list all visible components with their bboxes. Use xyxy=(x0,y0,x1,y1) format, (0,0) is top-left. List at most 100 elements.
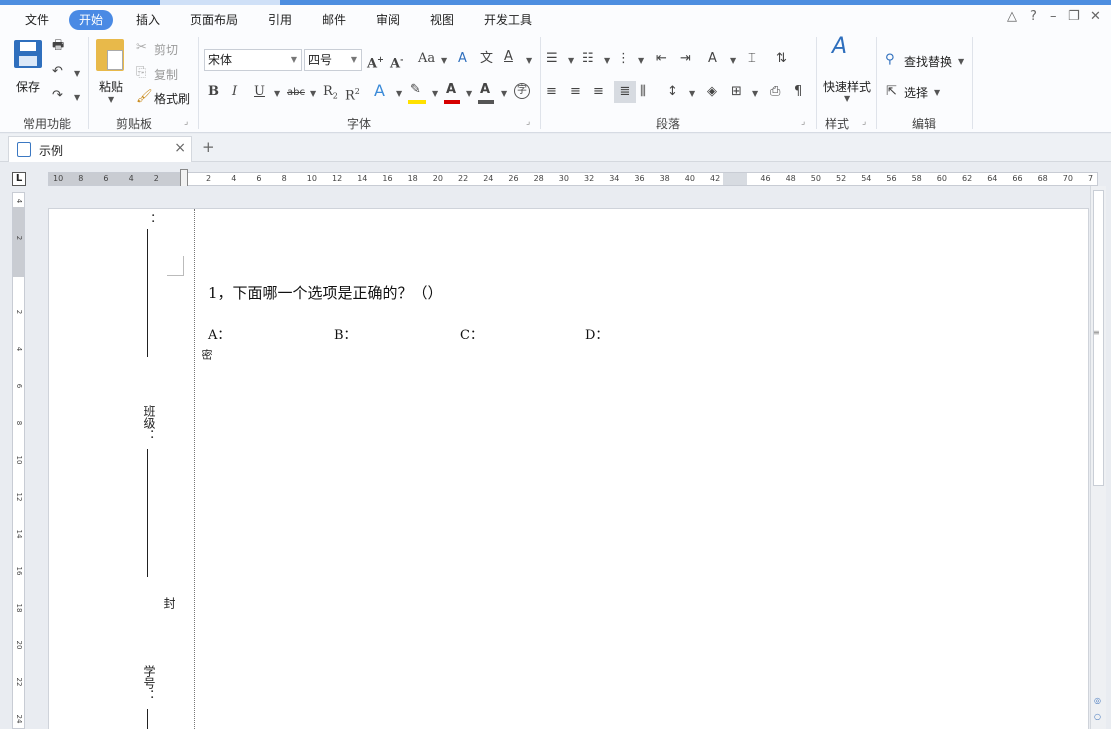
show-marks-icon[interactable]: ¶ xyxy=(794,84,802,100)
redo-dropdown-icon[interactable]: ▼ xyxy=(74,93,80,102)
font-name-combo[interactable]: 宋体 ▼ xyxy=(204,49,302,71)
menu-references[interactable]: 引用 xyxy=(266,10,294,30)
align-center-icon[interactable]: ≡ xyxy=(570,84,581,100)
prev-page-icon[interactable]: ◎ xyxy=(1094,696,1101,705)
shading-icon[interactable]: ◈ xyxy=(707,84,717,100)
option-d[interactable]: D： xyxy=(585,324,608,343)
change-case-dropdown-icon[interactable]: ▼ xyxy=(441,56,447,65)
line-spacing-dropdown-icon[interactable]: ▼ xyxy=(689,89,695,98)
numbering-dropdown-icon[interactable]: ▼ xyxy=(604,56,610,65)
select-dropdown-icon[interactable]: ▼ xyxy=(934,88,940,97)
highlight-icon[interactable]: ✎ xyxy=(410,82,421,98)
minimize-icon[interactable]: – xyxy=(1050,9,1057,24)
horizontal-ruler[interactable]: 10 8 6 4 2 2 4 6 8 10 12 14 16 18 20 22 24 26 28 30 32 34 36 3… xyxy=(48,169,1098,187)
question-text[interactable]: 1，下面哪一个选项是正确的？（） xyxy=(208,282,443,303)
new-tab-icon[interactable]: + xyxy=(202,138,215,156)
option-b[interactable]: B： xyxy=(334,324,357,343)
bold-icon[interactable]: B xyxy=(208,84,219,100)
superscript-icon[interactable]: R2 xyxy=(345,84,360,104)
underline-dropdown-icon[interactable]: ▼ xyxy=(274,89,280,98)
undo-dropdown-icon[interactable]: ▼ xyxy=(74,69,80,78)
menu-review[interactable]: 审阅 xyxy=(374,10,402,30)
char-border-icon[interactable]: A xyxy=(504,49,513,65)
paragraph-launcher-icon[interactable]: ⌟ xyxy=(801,117,805,127)
cursor-arrow-icon[interactable]: ⇱ xyxy=(886,84,897,100)
right-margin-marker[interactable] xyxy=(723,173,747,185)
option-c[interactable]: C： xyxy=(460,324,483,343)
char-border-dropdown-icon[interactable]: ▼ xyxy=(526,56,532,65)
subscript-icon[interactable]: R2 xyxy=(323,84,338,105)
format-painter-button[interactable]: 格式刷 xyxy=(154,90,190,107)
document-page[interactable]: ： 班级： 封 学号： 密 1，下面哪一个选项是正确的？（） A： B： C： … xyxy=(48,208,1089,729)
paste-icon[interactable] xyxy=(96,39,124,71)
decrease-indent-icon[interactable]: ⇤ xyxy=(656,51,667,67)
print-icon[interactable]: 🖶 xyxy=(52,38,64,54)
menu-insert[interactable]: 插入 xyxy=(134,10,162,30)
clipboard-launcher-icon[interactable]: ⌟ xyxy=(184,117,188,127)
sort-icon[interactable]: ⇅ xyxy=(776,51,787,67)
close-window-icon[interactable]: ✕ xyxy=(1090,9,1101,24)
change-case-icon[interactable]: Aa xyxy=(418,51,435,67)
document-tab[interactable]: 示例 × xyxy=(8,136,192,162)
bullets-icon[interactable]: ☰ xyxy=(546,51,558,67)
indent-marker-icon[interactable] xyxy=(180,169,188,187)
quick-styles-dropdown-icon[interactable]: ▼ xyxy=(844,94,850,103)
highlight-dropdown-icon[interactable]: ▼ xyxy=(432,89,438,98)
option-a[interactable]: A： xyxy=(208,324,230,343)
scrollbar-thumb[interactable] xyxy=(1093,190,1104,486)
borders-dropdown-icon[interactable]: ▼ xyxy=(752,89,758,98)
line-spacing-icon[interactable]: ↕ xyxy=(667,84,678,100)
justify-icon[interactable]: ≣ xyxy=(614,81,636,103)
tab-stops-icon[interactable]: ⎙ xyxy=(770,84,780,100)
strikethrough-dropdown-icon[interactable]: ▼ xyxy=(310,89,316,98)
menu-page-layout[interactable]: 页面布局 xyxy=(188,10,240,30)
font-color-icon[interactable]: A xyxy=(446,82,456,98)
distribute-icon[interactable]: ⫼ xyxy=(640,84,646,100)
paste-button[interactable]: 粘贴 xyxy=(99,78,123,95)
underline-icon[interactable]: U xyxy=(254,84,265,100)
cut-button[interactable]: 剪切 xyxy=(154,41,178,58)
select-button[interactable]: 选择 xyxy=(904,84,928,101)
restore-icon[interactable]: ❐ xyxy=(1068,9,1080,24)
char-shading-dropdown-icon[interactable]: ▼ xyxy=(501,89,507,98)
copy-icon[interactable]: ⎘ xyxy=(136,65,146,81)
cut-icon[interactable]: ✂ xyxy=(136,40,147,56)
save-button[interactable]: 保存 xyxy=(16,78,40,95)
font-launcher-icon[interactable]: ⌟ xyxy=(526,117,530,127)
clear-format-icon[interactable]: A xyxy=(458,51,467,67)
font-color-dropdown-icon[interactable]: ▼ xyxy=(466,89,472,98)
multilevel-list-icon[interactable]: ⋮ xyxy=(617,51,630,67)
char-shading-icon[interactable]: A xyxy=(480,82,490,98)
menu-developer[interactable]: 开发工具 xyxy=(482,10,534,30)
grow-font-icon[interactable]: A+ xyxy=(367,51,384,72)
quick-styles-button[interactable]: 快速样式 xyxy=(823,78,871,95)
italic-icon[interactable]: I xyxy=(232,84,237,100)
bullets-dropdown-icon[interactable]: ▼ xyxy=(568,56,574,65)
undo-icon[interactable]: ↶ xyxy=(52,64,63,80)
text-effect-dropdown-icon[interactable]: ▼ xyxy=(396,89,402,98)
align-left-icon[interactable]: ≡ xyxy=(546,84,557,100)
style-launcher-icon[interactable]: ⌟ xyxy=(862,117,866,127)
enclose-char-icon[interactable]: 字 xyxy=(514,83,530,99)
line-break-icon[interactable]: ⌶ xyxy=(748,51,756,67)
text-effect-icon[interactable]: A xyxy=(374,83,385,99)
pinyin-icon[interactable]: 文 xyxy=(480,51,493,67)
font-size-combo[interactable]: 四号 ▼ xyxy=(304,49,362,71)
help-icon[interactable]: ? xyxy=(1030,9,1037,24)
close-tab-icon[interactable]: × xyxy=(174,140,186,156)
find-replace-button[interactable]: 查找替换 xyxy=(904,53,952,70)
strikethrough-icon[interactable]: abc xyxy=(287,85,305,101)
paste-dropdown-icon[interactable]: ▼ xyxy=(108,95,114,104)
increase-indent-icon[interactable]: ⇥ xyxy=(680,51,691,67)
collapse-ribbon-icon[interactable]: △ xyxy=(1007,9,1017,24)
quick-styles-icon[interactable]: A xyxy=(832,36,847,58)
format-painter-icon[interactable]: 🖌 xyxy=(136,89,153,105)
align-right-icon[interactable]: ≡ xyxy=(593,84,604,100)
shrink-font-icon[interactable]: A- xyxy=(390,51,403,72)
menu-file[interactable]: 文件 xyxy=(23,10,51,30)
numbering-icon[interactable]: ☷ xyxy=(582,51,594,67)
menu-home[interactable]: 开始 xyxy=(69,10,114,30)
vertical-scrollbar[interactable]: ≡ ◎ ○ xyxy=(1090,186,1106,729)
tab-selector-icon[interactable]: L xyxy=(12,172,26,186)
copy-button[interactable]: 复制 xyxy=(154,66,178,83)
